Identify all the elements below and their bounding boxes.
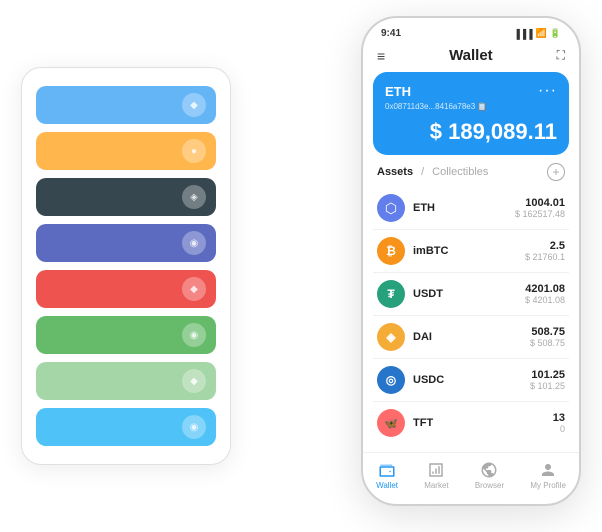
nav-browser[interactable]: Browser xyxy=(475,461,504,490)
asset-usd-usdt: $ 4201.08 xyxy=(525,295,565,305)
dai-logo: ◈ xyxy=(377,323,405,351)
asset-usd-imbtc: $ 21760.1 xyxy=(525,252,565,262)
table-row[interactable]: ₮ USDT 4201.08 $ 4201.08 xyxy=(373,273,569,316)
asset-name-tft: TFT xyxy=(413,417,553,429)
main-scene: ◆ ● ◈ ◉ ◆ ◉ ◆ ◉ 9:41 ▐▐▐ 📶 xyxy=(21,16,581,516)
status-time: 9:41 xyxy=(381,28,401,39)
card-icon-1: ◆ xyxy=(182,93,206,117)
card-icon-5: ◆ xyxy=(182,277,206,301)
table-row[interactable]: ₿ imBTC 2.5 $ 21760.1 xyxy=(373,230,569,273)
nav-wallet-label: Wallet xyxy=(376,481,398,490)
card-icon-4: ◉ xyxy=(182,231,206,255)
wifi-icon: 📶 xyxy=(536,28,547,39)
nav-profile[interactable]: My Profile xyxy=(530,461,566,490)
asset-usd-usdc: $ 101.25 xyxy=(530,381,565,391)
asset-amounts-dai: 508.75 $ 508.75 xyxy=(530,326,565,348)
table-row[interactable]: ◎ USDC 101.25 $ 101.25 xyxy=(373,359,569,402)
phone-header: ≡ Wallet ⛶ xyxy=(363,43,579,72)
asset-balance-usdt: 4201.08 xyxy=(525,283,565,295)
status-icons: ▐▐▐ 📶 🔋 xyxy=(513,28,561,39)
bottom-nav: Wallet Market Browser My Profile xyxy=(363,452,579,504)
nav-wallet[interactable]: Wallet xyxy=(376,461,398,490)
list-item[interactable]: ◉ xyxy=(36,224,216,262)
eth-address: 0x08711d3e...8416a78e3 📋 xyxy=(385,102,557,111)
eth-card-header: ETH ··· xyxy=(385,82,557,100)
list-item[interactable]: ◆ xyxy=(36,86,216,124)
tab-collectibles[interactable]: Collectibles xyxy=(432,166,488,178)
asset-usd-tft: 0 xyxy=(553,424,565,434)
asset-balance-tft: 13 xyxy=(553,412,565,424)
menu-icon[interactable]: ≡ xyxy=(377,48,385,64)
expand-icon[interactable]: ⛶ xyxy=(557,48,565,63)
table-row[interactable]: ◈ DAI 508.75 $ 508.75 xyxy=(373,316,569,359)
asset-balance-imbtc: 2.5 xyxy=(525,240,565,252)
add-asset-button[interactable]: + xyxy=(547,163,565,181)
status-bar: 9:41 ▐▐▐ 📶 🔋 xyxy=(363,18,579,43)
eth-card[interactable]: ETH ··· 0x08711d3e...8416a78e3 📋 $ 189,0… xyxy=(373,72,569,155)
table-row[interactable]: 🦋 TFT 13 0 xyxy=(373,402,569,444)
card-stack: ◆ ● ◈ ◉ ◆ ◉ ◆ ◉ xyxy=(21,67,231,465)
asset-balance-dai: 508.75 xyxy=(530,326,565,338)
list-item[interactable]: ◆ xyxy=(36,362,216,400)
asset-amounts-imbtc: 2.5 $ 21760.1 xyxy=(525,240,565,262)
list-item[interactable]: ◆ xyxy=(36,270,216,308)
asset-amounts-tft: 13 0 xyxy=(553,412,565,434)
profile-nav-icon xyxy=(539,461,557,479)
nav-market[interactable]: Market xyxy=(424,461,448,490)
wallet-nav-icon xyxy=(378,461,396,479)
list-item[interactable]: ◈ xyxy=(36,178,216,216)
usdt-logo: ₮ xyxy=(377,280,405,308)
card-icon-7: ◆ xyxy=(182,369,206,393)
asset-name-usdt: USDT xyxy=(413,288,525,300)
tab-assets[interactable]: Assets xyxy=(377,166,413,178)
assets-tabs: Assets / Collectibles xyxy=(377,166,488,178)
card-icon-3: ◈ xyxy=(182,185,206,209)
nav-profile-label: My Profile xyxy=(530,481,566,490)
asset-usd-eth: $ 162517.48 xyxy=(515,209,565,219)
nav-market-label: Market xyxy=(424,481,448,490)
eth-options-icon[interactable]: ··· xyxy=(538,82,557,100)
asset-name-imbtc: imBTC xyxy=(413,245,525,257)
usdc-logo: ◎ xyxy=(377,366,405,394)
card-icon-6: ◉ xyxy=(182,323,206,347)
assets-section-header: Assets / Collectibles + xyxy=(363,163,579,187)
market-nav-icon xyxy=(427,461,445,479)
table-row[interactable]: ⬡ ETH 1004.01 $ 162517.48 xyxy=(373,187,569,230)
eth-logo: ⬡ xyxy=(377,194,405,222)
asset-amounts-eth: 1004.01 $ 162517.48 xyxy=(515,197,565,219)
asset-balance-usdc: 101.25 xyxy=(530,369,565,381)
asset-balance-eth: 1004.01 xyxy=(515,197,565,209)
asset-name-eth: ETH xyxy=(413,202,515,214)
phone-mockup: 9:41 ▐▐▐ 📶 🔋 ≡ Wallet ⛶ ETH ··· 0x08711d… xyxy=(361,16,581,506)
card-icon-8: ◉ xyxy=(182,415,206,439)
card-icon-2: ● xyxy=(182,139,206,163)
list-item[interactable]: ◉ xyxy=(36,316,216,354)
asset-name-usdc: USDC xyxy=(413,374,530,386)
eth-amount: $ 189,089.11 xyxy=(385,119,557,145)
asset-usd-dai: $ 508.75 xyxy=(530,338,565,348)
tab-divider: / xyxy=(421,166,424,178)
asset-amounts-usdc: 101.25 $ 101.25 xyxy=(530,369,565,391)
asset-name-dai: DAI xyxy=(413,331,530,343)
battery-icon: 🔋 xyxy=(550,28,561,39)
browser-nav-icon xyxy=(480,461,498,479)
imbtc-logo: ₿ xyxy=(377,237,405,265)
tft-logo: 🦋 xyxy=(377,409,405,437)
asset-amounts-usdt: 4201.08 $ 4201.08 xyxy=(525,283,565,305)
nav-browser-label: Browser xyxy=(475,481,504,490)
eth-label: ETH xyxy=(385,84,411,99)
list-item[interactable]: ◉ xyxy=(36,408,216,446)
page-title: Wallet xyxy=(449,47,493,64)
asset-list: ⬡ ETH 1004.01 $ 162517.48 ₿ imBTC 2.5 $ … xyxy=(363,187,579,450)
signal-icon: ▐▐▐ xyxy=(513,29,532,39)
list-item[interactable]: ● xyxy=(36,132,216,170)
